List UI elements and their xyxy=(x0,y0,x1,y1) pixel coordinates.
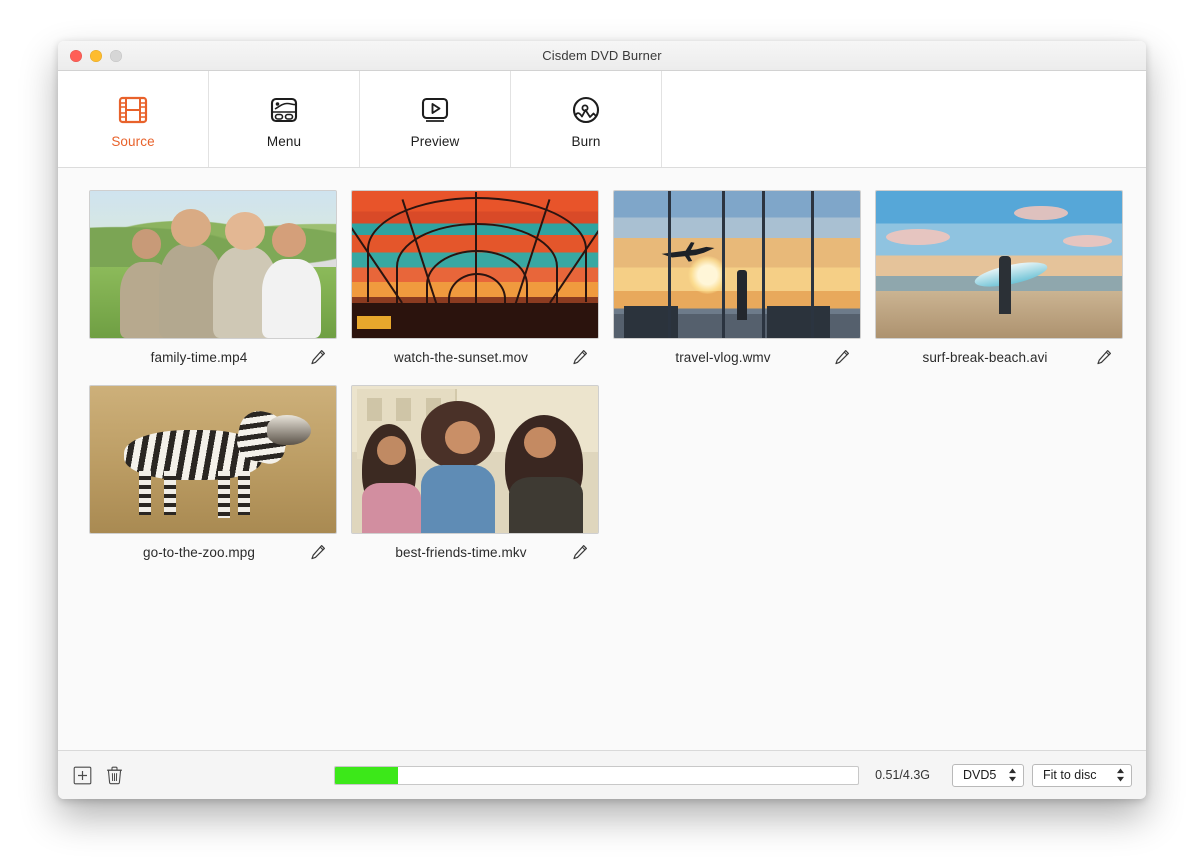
video-filename: family-time.mp4 xyxy=(89,350,309,365)
tab-preview-label: Preview xyxy=(411,134,460,149)
source-file-area: family-time.mp4 xyxy=(58,168,1146,750)
desktop-background: Cisdem DVD Burner xyxy=(0,0,1204,862)
video-filename: surf-break-beach.avi xyxy=(875,350,1095,365)
bottom-toolbar: 0.51/4.3G DVD5 Fit to disc xyxy=(58,750,1146,799)
video-item[interactable]: watch-the-sunset.mov xyxy=(344,190,606,375)
video-caption: travel-vlog.wmv xyxy=(613,339,861,375)
airplane-silhouette-icon xyxy=(648,241,732,265)
video-filename: go-to-the-zoo.mpg xyxy=(89,545,309,560)
app-window: Cisdem DVD Burner xyxy=(58,41,1146,799)
pencil-icon[interactable] xyxy=(1095,348,1113,366)
video-grid: family-time.mp4 xyxy=(58,168,1146,580)
video-caption: go-to-the-zoo.mpg xyxy=(89,534,337,570)
tab-source-label: Source xyxy=(111,134,154,149)
pencil-icon[interactable] xyxy=(571,543,589,561)
video-filename: best-friends-time.mkv xyxy=(351,545,571,560)
video-thumbnail-friends-laughing[interactable] xyxy=(351,385,599,534)
video-thumbnail-family-photo[interactable] xyxy=(89,190,337,339)
trash-icon xyxy=(105,765,124,785)
disc-type-select[interactable]: DVD5 xyxy=(952,764,1024,787)
monitor-play-icon xyxy=(418,93,452,127)
window-controls[interactable] xyxy=(70,41,122,70)
video-item[interactable]: surf-break-beach.avi xyxy=(868,190,1130,375)
tab-burn-label: Burn xyxy=(572,134,601,149)
filmstrip-icon xyxy=(116,93,150,127)
pencil-icon[interactable] xyxy=(833,348,851,366)
toolbar-empty-area xyxy=(662,71,1146,167)
video-filename: watch-the-sunset.mov xyxy=(351,350,571,365)
video-item[interactable]: family-time.mp4 xyxy=(82,190,344,375)
minimize-button[interactable] xyxy=(90,50,102,62)
tab-preview[interactable]: Preview xyxy=(360,71,511,167)
tab-menu[interactable]: Menu xyxy=(209,71,360,167)
disc-burn-icon xyxy=(569,93,603,127)
tab-burn[interactable]: Burn xyxy=(511,71,662,167)
video-item[interactable]: travel-vlog.wmv xyxy=(606,190,868,375)
video-thumbnail-sunset-pergola[interactable] xyxy=(351,190,599,339)
video-caption: family-time.mp4 xyxy=(89,339,337,375)
main-toolbar: Source Menu Preview xyxy=(58,71,1146,168)
video-thumbnail-airport-sunset[interactable] xyxy=(613,190,861,339)
pencil-icon[interactable] xyxy=(309,543,327,561)
video-thumbnail-zebra-savanna[interactable] xyxy=(89,385,337,534)
delete-file-button[interactable] xyxy=(104,762,124,788)
video-thumbnail-surfer-beach[interactable] xyxy=(875,190,1123,339)
disc-usage-progressbar xyxy=(334,766,859,785)
video-item[interactable]: go-to-the-zoo.mpg xyxy=(82,385,344,570)
video-caption: best-friends-time.mkv xyxy=(351,534,599,570)
disc-capacity-label: 0.51/4.3G xyxy=(875,768,930,782)
dvd-menu-icon xyxy=(267,93,301,127)
window-titlebar: Cisdem DVD Burner xyxy=(58,41,1146,71)
add-file-button[interactable] xyxy=(72,762,92,788)
fit-mode-value: Fit to disc xyxy=(1043,768,1097,782)
tab-menu-label: Menu xyxy=(267,134,301,149)
pencil-icon[interactable] xyxy=(309,348,327,366)
video-filename: travel-vlog.wmv xyxy=(613,350,833,365)
fit-mode-select[interactable]: Fit to disc xyxy=(1032,764,1132,787)
video-item[interactable]: best-friends-time.mkv xyxy=(344,385,606,570)
disc-type-value: DVD5 xyxy=(963,768,996,782)
window-title: Cisdem DVD Burner xyxy=(58,48,1146,63)
disc-usage-fill xyxy=(335,767,398,784)
close-button[interactable] xyxy=(70,50,82,62)
video-caption: watch-the-sunset.mov xyxy=(351,339,599,375)
stepper-arrows-icon xyxy=(1008,768,1017,783)
add-square-icon xyxy=(73,766,92,785)
zoom-button xyxy=(110,50,122,62)
video-caption: surf-break-beach.avi xyxy=(875,339,1123,375)
stepper-arrows-icon xyxy=(1116,768,1125,783)
tab-source[interactable]: Source xyxy=(58,71,209,167)
pencil-icon[interactable] xyxy=(571,348,589,366)
